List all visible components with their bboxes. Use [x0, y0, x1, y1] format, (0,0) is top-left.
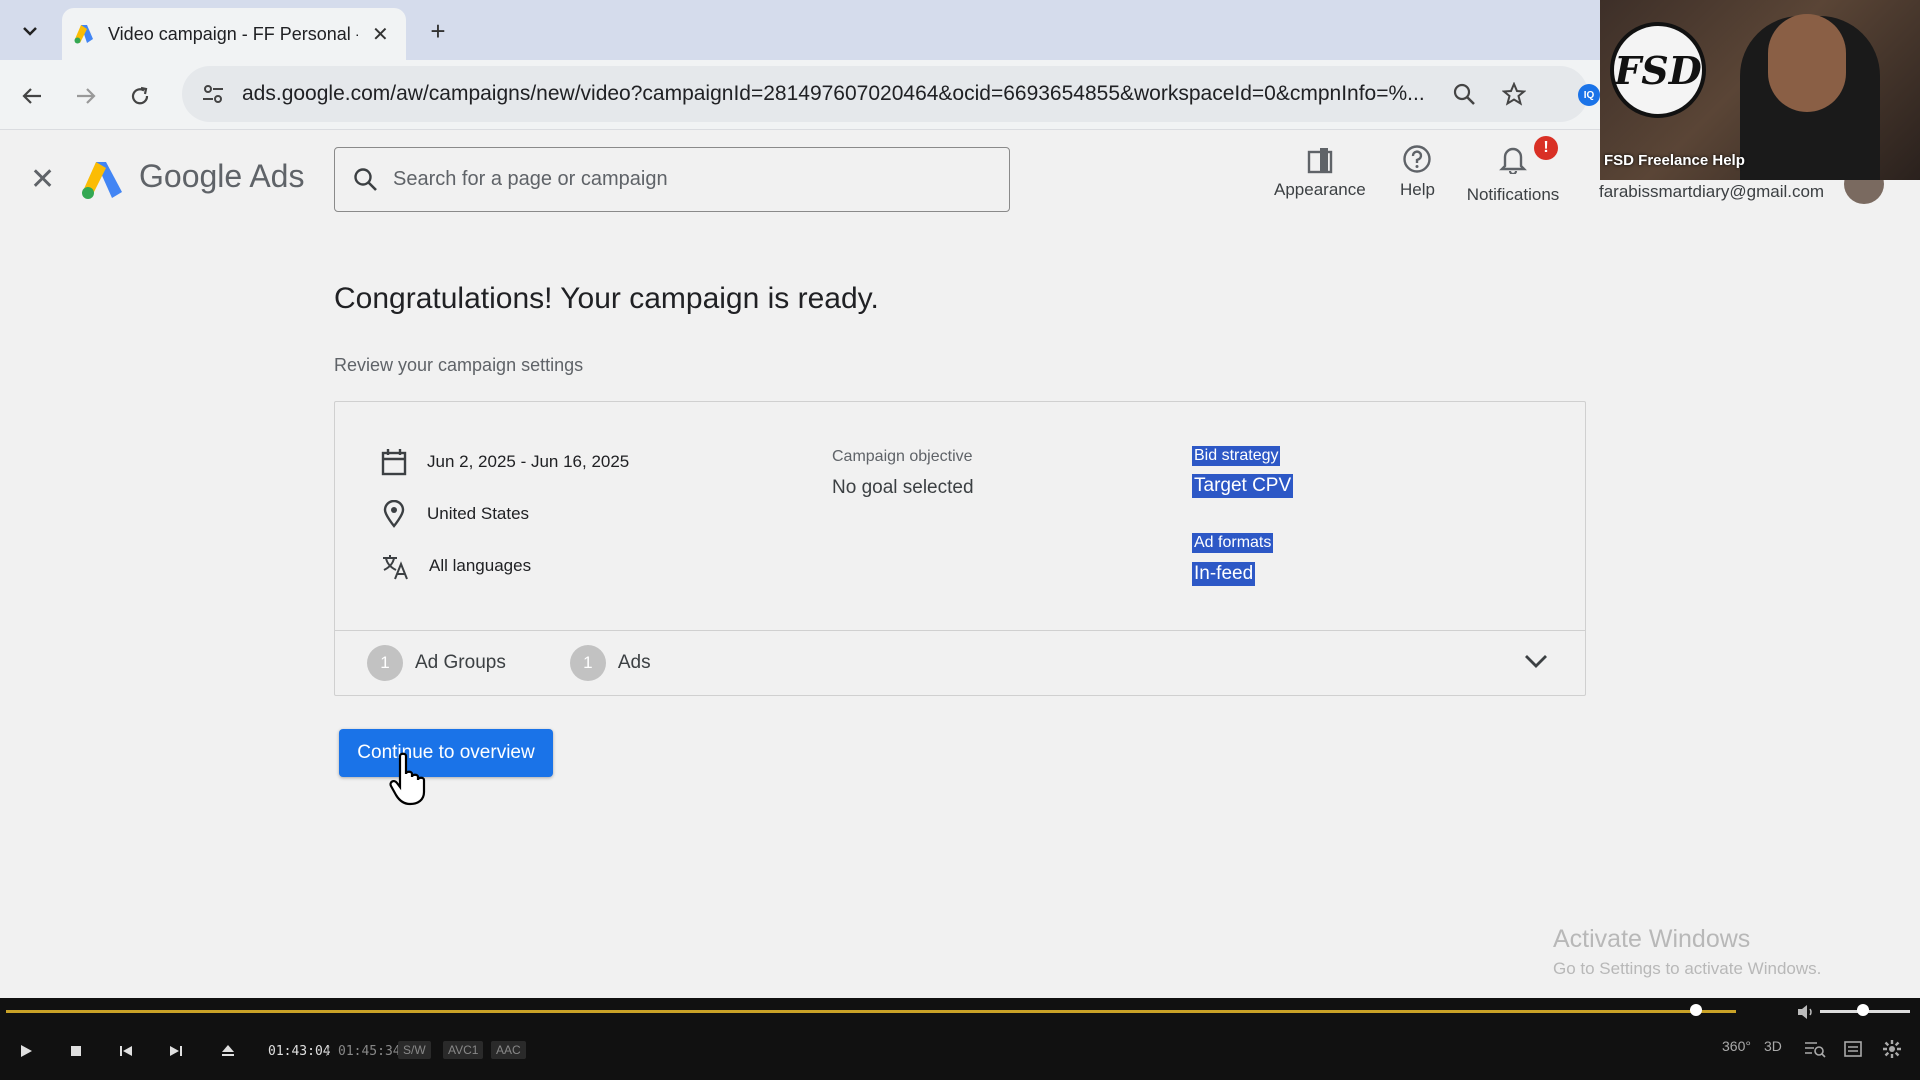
extension-icon[interactable]: IQ [1578, 84, 1600, 106]
volume-icon[interactable] [1796, 1002, 1816, 1022]
notifications-label: Notifications [1466, 185, 1560, 204]
help-button[interactable]: Help [1400, 144, 1435, 200]
back-button[interactable] [14, 78, 50, 114]
location-row: United States [381, 500, 529, 528]
video-player-bar: 01:43:04 / 01:45:34 S/W AVC1 AAC 360° 3D [0, 998, 1920, 1080]
tag-sw[interactable]: S/W [398, 1041, 431, 1059]
seek-bar[interactable] [6, 1010, 1736, 1013]
ads-summary: 1 Ads [569, 645, 651, 681]
location-pin-icon [383, 500, 405, 528]
activate-windows-subtitle: Go to Settings to activate Windows. [1553, 959, 1822, 978]
ad-formats-label: Ad formats [1192, 533, 1274, 553]
help-icon [1403, 145, 1432, 173]
objective-label: Campaign objective [832, 448, 973, 465]
date-range: Jun 2, 2025 - Jun 16, 2025 [427, 452, 630, 471]
chevron-down-icon [23, 27, 37, 36]
review-subheading: Review your campaign settings [334, 355, 584, 375]
bell-icon [1499, 147, 1527, 176]
skip-back-icon [120, 1046, 132, 1056]
campaign-summary-card: Jun 2, 2025 - Jun 16, 2025 United States… [334, 401, 1586, 696]
stop-icon [71, 1046, 81, 1056]
forward-button[interactable] [68, 78, 104, 114]
page-title: Congratulations! Your campaign is ready. [334, 282, 879, 315]
ad-groups-label: Ad Groups [415, 652, 506, 673]
location: United States [427, 504, 530, 523]
bookmark-star-icon[interactable] [1502, 82, 1526, 106]
skip-forward-icon [170, 1046, 182, 1056]
card-footer[interactable]: 1 Ad Groups 1 Ads [335, 631, 1585, 695]
calendar-icon [381, 449, 407, 476]
reload-icon [131, 86, 149, 105]
stop-button[interactable] [58, 1036, 94, 1066]
current-time: 01:43:04 [268, 1044, 331, 1059]
tag-audio-codec[interactable]: AAC [491, 1041, 526, 1059]
translate-icon [383, 555, 408, 580]
play-button[interactable] [8, 1036, 44, 1066]
continue-to-overview-button[interactable]: Continue to overview [339, 729, 553, 777]
browser-tab[interactable]: Video campaign - FF Personal - ✕ [62, 8, 406, 60]
reload-button[interactable] [122, 78, 158, 114]
next-button[interactable] [158, 1036, 194, 1066]
help-label: Help [1400, 180, 1435, 199]
ad-groups-summary: 1 Ad Groups [367, 645, 506, 681]
tab-close-icon[interactable]: ✕ [372, 22, 389, 47]
ads-label: Ads [617, 652, 651, 673]
ads-count: 1 [569, 645, 606, 681]
site-info-icon[interactable] [200, 81, 226, 107]
arrow-right-icon [77, 88, 96, 104]
tab-list-button[interactable] [10, 14, 50, 48]
zoom-icon[interactable] [1452, 82, 1476, 106]
search-box[interactable] [334, 147, 1010, 212]
playlist-search-icon[interactable] [1804, 1040, 1826, 1058]
google-ads-favicon-icon [74, 25, 93, 44]
3d-icon[interactable]: 3D [1764, 1038, 1782, 1054]
date-range-row: Jun 2, 2025 - Jun 16, 2025 [381, 448, 629, 476]
tab-title: Video campaign - FF Personal - [108, 23, 358, 44]
search-input[interactable] [393, 168, 953, 191]
arrow-left-icon [22, 88, 41, 104]
languages: All languages [429, 556, 532, 575]
webcam-overlay: FSD FSD Freelance Help [1600, 0, 1920, 180]
google-ads-brand: Google Ads [139, 158, 305, 194]
previous-button[interactable] [108, 1036, 144, 1066]
settings-gear-icon[interactable] [1882, 1039, 1902, 1059]
address-bar[interactable]: ads.google.com/aw/campaigns/new/video?ca… [182, 66, 1588, 122]
appearance-icon [1307, 148, 1333, 174]
notifications-button[interactable]: ! Notifications [1464, 136, 1562, 205]
new-tab-button[interactable]: + [418, 14, 458, 48]
presenter-face [1768, 14, 1846, 112]
notification-badge: ! [1534, 136, 1558, 160]
ad-groups-count: 1 [367, 645, 403, 681]
hand-cursor-icon [389, 752, 426, 806]
time-separator: / [326, 1044, 330, 1059]
chevron-down-icon[interactable] [1523, 653, 1549, 669]
appearance-button[interactable]: Appearance [1274, 144, 1366, 200]
webcam-label: FSD Freelance Help [1604, 152, 1745, 169]
google-ads-logo [82, 162, 122, 199]
eject-icon [222, 1045, 234, 1056]
bid-strategy-value: Target CPV [1192, 474, 1294, 498]
seek-handle[interactable] [1690, 1004, 1703, 1016]
vr-360-icon[interactable]: 360° [1722, 1038, 1751, 1054]
search-icon [354, 167, 377, 191]
playlist-icon[interactable] [1844, 1040, 1862, 1058]
play-icon [21, 1045, 32, 1057]
bid-strategy-label: Bid strategy [1192, 446, 1281, 466]
tag-video-codec[interactable]: AVC1 [443, 1041, 484, 1059]
total-time: 01:45:34 [338, 1044, 401, 1059]
eject-button[interactable] [210, 1036, 246, 1066]
fsd-logo: FSD [1610, 22, 1706, 118]
appearance-label: Appearance [1274, 180, 1366, 199]
activate-windows-title: Activate Windows [1553, 925, 1751, 953]
close-icon[interactable]: ✕ [30, 162, 55, 197]
account-email[interactable]: farabissmartdiary@gmail.com [1599, 182, 1824, 202]
languages-row: All languages [381, 552, 531, 580]
volume-handle[interactable] [1857, 1004, 1870, 1016]
url-text[interactable]: ads.google.com/aw/campaigns/new/video?ca… [242, 82, 1442, 106]
ad-formats-value: In-feed [1192, 562, 1256, 586]
objective-value: No goal selected [832, 477, 974, 498]
